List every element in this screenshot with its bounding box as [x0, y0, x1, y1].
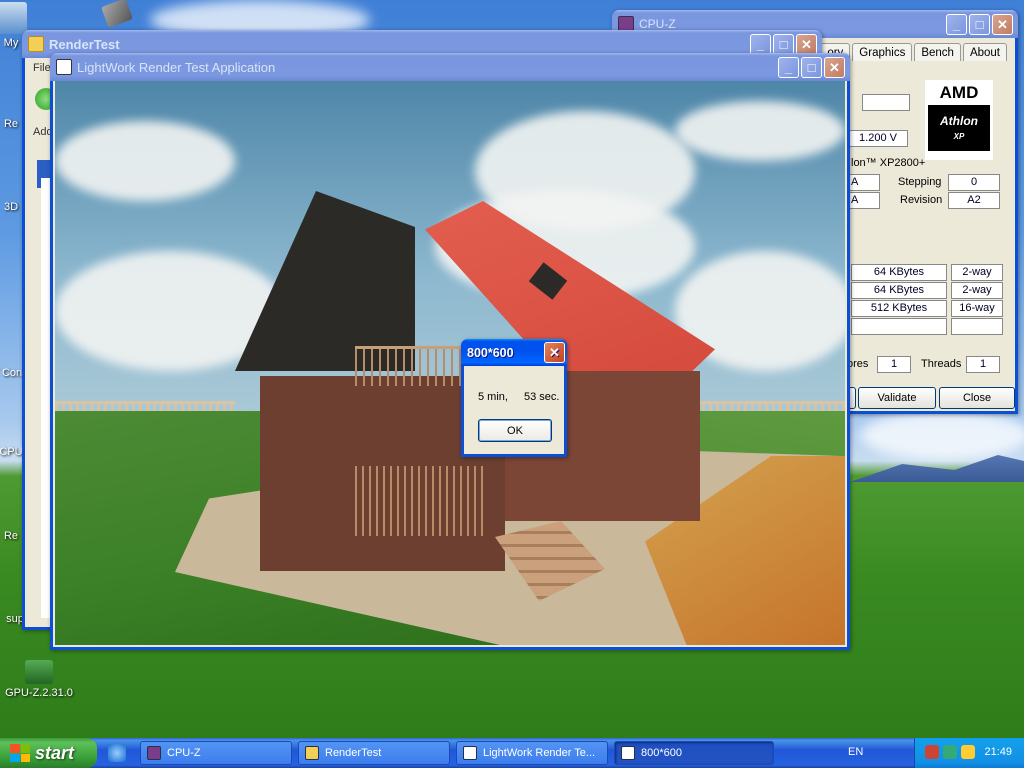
stepping-field: 0 [948, 174, 1000, 191]
volume-icon[interactable] [943, 745, 957, 759]
start-label: start [35, 742, 75, 763]
start-button[interactable]: start [0, 738, 97, 768]
task-label: CPU-Z [167, 747, 201, 759]
task-label: RenderTest [325, 747, 382, 759]
dialog-titlebar[interactable]: 800*600 ✕ [461, 339, 567, 366]
tab-graphics[interactable]: Graphics [852, 43, 913, 61]
desktop-icon-label: Re [3, 118, 19, 130]
language-indicator[interactable]: EN [848, 746, 863, 758]
threads-field: 1 [966, 356, 1000, 373]
revision-field: A2 [948, 192, 1000, 209]
task-label: 800*600 [641, 747, 682, 759]
maximize-button[interactable]: □ [969, 14, 990, 35]
cache-size-field: 64 KBytes [851, 282, 947, 299]
windows-flag-icon [10, 744, 30, 762]
window-title: LightWork Render Test Application [77, 59, 276, 75]
cache-ways-field: 16-way [951, 300, 1003, 317]
minimize-button[interactable]: _ [946, 14, 967, 35]
window-title: CPU-Z [639, 17, 676, 31]
logo-xp: XP [953, 132, 965, 141]
amd-athlon-logo: AMD Athlon XP [925, 80, 993, 160]
taskbar: start CPU-Z RenderTest LightWork Render … [0, 738, 1024, 768]
drive-icon[interactable] [80, 0, 154, 28]
validate-button[interactable]: Validate [858, 387, 936, 409]
security-icon[interactable] [961, 745, 975, 759]
elapsed-seconds-text: 53 sec. [524, 391, 560, 403]
desktop-cloud [860, 410, 1024, 460]
task-rendertest[interactable]: RenderTest [298, 741, 450, 765]
ok-button[interactable]: OK [478, 419, 552, 442]
close-button[interactable]: Close [939, 387, 1015, 409]
internet-explorer-icon[interactable] [108, 744, 126, 762]
cache-size-field: 512 KBytes [851, 300, 947, 317]
sky-cloud [675, 101, 845, 161]
logo-badge: Athlon XP [928, 105, 990, 151]
cpuz-field [862, 94, 910, 111]
cpu-name-text: lon™ XP2800+ [851, 157, 926, 169]
desktop-icon-label: AT Con [0, 367, 23, 379]
cache-size-field [851, 318, 947, 335]
balcony-railing [355, 346, 470, 386]
gpu-icon [25, 660, 53, 684]
logo-brand: AMD [939, 83, 979, 102]
elapsed-minutes-text: 5 min, [478, 391, 508, 403]
cores-label: ores [847, 358, 869, 370]
cache-ways-field: 2-way [951, 282, 1003, 299]
core-voltage-field: 1.200 V [848, 130, 908, 147]
close-button[interactable]: ✕ [544, 342, 565, 363]
gpuz-shortcut-icon[interactable]: GPU-Z.2.31.0 [2, 660, 76, 699]
desktop-icon-label: CPU [0, 446, 23, 458]
cpuz-field: A [848, 192, 880, 209]
lightwork-app-icon [463, 746, 477, 760]
task-label: LightWork Render Te... [483, 747, 596, 759]
desktop-icon-label: 3D [3, 201, 19, 213]
threads-label: Threads [921, 358, 962, 370]
sky-cloud [55, 121, 235, 201]
minimize-button[interactable]: _ [750, 34, 771, 55]
lightwork-window[interactable]: LightWork Render Test Application _ □ ✕ [50, 53, 850, 650]
clock[interactable]: 21:49 [984, 746, 1012, 758]
dialog-title: 800*600 [467, 345, 514, 360]
cpuz-app-icon [147, 746, 161, 760]
logo-product: Athlon [940, 114, 978, 128]
tab-bench[interactable]: Bench [914, 43, 961, 61]
folder-icon [28, 36, 44, 52]
tab-about[interactable]: About [962, 43, 1007, 61]
close-button[interactable]: ✕ [824, 57, 845, 78]
cache-size-field: 64 KBytes [851, 264, 947, 281]
harddrive-icon [101, 0, 133, 28]
task-cpuz[interactable]: CPU-Z [140, 741, 292, 765]
task-dialog[interactable]: 800*600 [614, 741, 774, 765]
result-dialog[interactable]: 800*600 ✕ 5 min, 53 sec. OK [461, 339, 567, 457]
task-lightwork[interactable]: LightWork Render Te... [456, 741, 608, 765]
lightwork-titlebar[interactable]: LightWork Render Test Application _ □ ✕ [50, 53, 850, 81]
cores-field: 1 [877, 356, 911, 373]
dialog-app-icon [621, 746, 635, 760]
desktop-icon-label: GPU-Z.2.31.0 [5, 687, 73, 699]
desktop-icon-label: Re [3, 530, 19, 542]
rendered-house-scene [55, 81, 845, 645]
revision-label: Revision [900, 194, 943, 206]
porch-railing [355, 466, 485, 536]
cache-ways-field: 2-way [951, 264, 1003, 281]
cpuz-field: A [848, 174, 880, 191]
close-button[interactable]: ✕ [796, 34, 817, 55]
lightwork-app-icon [56, 59, 72, 75]
minimize-button[interactable]: _ [778, 57, 799, 78]
close-button[interactable]: ✕ [992, 14, 1013, 35]
computer-icon [0, 2, 27, 34]
window-title: RenderTest [49, 36, 120, 52]
maximize-button[interactable]: □ [773, 34, 794, 55]
folder-icon [305, 746, 319, 760]
cache-ways-field [951, 318, 1003, 335]
system-tray: 21:49 [914, 738, 1024, 768]
maximize-button[interactable]: □ [801, 57, 822, 78]
menu-file[interactable]: File [33, 62, 51, 74]
stepping-label: Stepping [898, 176, 942, 188]
desktop-icon-label: My [3, 37, 19, 49]
network-icon[interactable] [925, 745, 939, 759]
